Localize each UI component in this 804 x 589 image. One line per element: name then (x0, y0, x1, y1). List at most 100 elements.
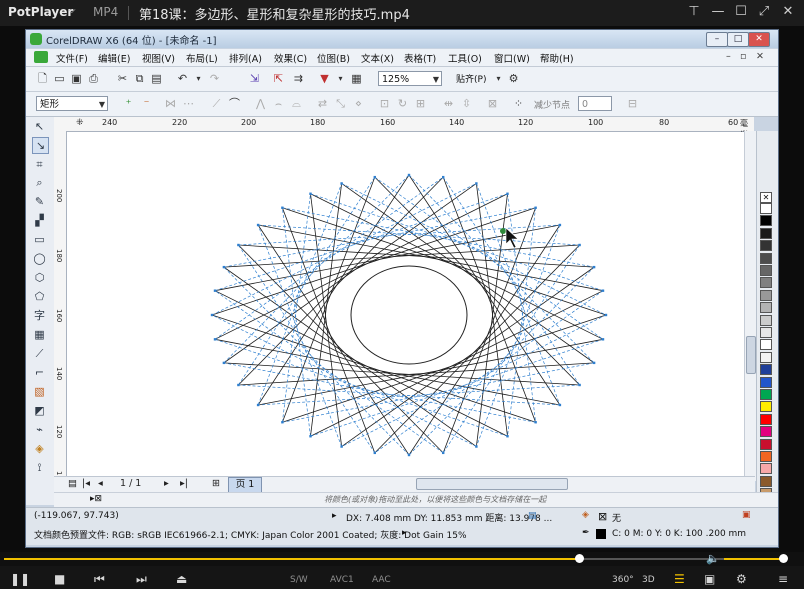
curve-smoothness-input[interactable]: 0 (578, 96, 612, 111)
pin-icon[interactable]: ⊤ (686, 4, 702, 19)
ruler-origin-icon[interactable]: ⁜ (76, 118, 84, 128)
menu-edit[interactable]: 编辑(E) (98, 51, 130, 65)
capture-icon[interactable]: ▣ (704, 572, 715, 586)
palette-swatch[interactable] (760, 475, 772, 487)
cut-icon[interactable]: ✂ (116, 72, 129, 85)
undo-icon[interactable]: ↶ (176, 72, 189, 85)
palette-swatch[interactable] (760, 265, 772, 276)
import-icon[interactable]: ⇲ (248, 72, 261, 85)
fill-tool-icon[interactable]: ◈ (32, 441, 47, 456)
user-icon[interactable]: ▣ (742, 510, 751, 520)
options-icon[interactable]: ⚙ (507, 72, 520, 85)
elastic-mode-icon[interactable]: ⊠ (486, 97, 499, 110)
page-tab-1[interactable]: 页 1 (228, 477, 262, 493)
table-tool-icon[interactable]: ▦ (32, 327, 47, 342)
menu-file[interactable]: 文件(F) (56, 51, 88, 65)
drawing-canvas[interactable] (67, 132, 755, 489)
palette-swatch[interactable] (760, 426, 772, 438)
palette-swatch[interactable] (760, 451, 772, 462)
pause-icon[interactable]: ❚❚ (10, 572, 30, 586)
rotate-node-icon[interactable]: ↻ (396, 97, 409, 110)
menu-arrange[interactable]: 排列(A) (229, 51, 262, 65)
app-launcher-dropdown-icon[interactable]: ▾ (334, 72, 347, 85)
rectangle-tool-icon[interactable]: ▭ (32, 232, 47, 247)
pick-tool-icon[interactable]: ↖ (32, 119, 47, 134)
outline-color-swatch[interactable] (596, 529, 606, 539)
menu-effects[interactable]: 效果(C) (274, 51, 307, 65)
volume-control[interactable]: 🔈 (706, 552, 796, 566)
palette-swatch[interactable] (760, 463, 772, 475)
menu-icon[interactable]: ≡ (778, 572, 788, 586)
zoom-tool-icon[interactable]: ⌕ (32, 175, 47, 190)
connector-tool-icon[interactable]: ⌐ (32, 365, 47, 380)
extend-curve-icon[interactable]: ⤡ (334, 97, 347, 110)
3d-button[interactable]: 3D (642, 575, 655, 585)
palette-swatch[interactable] (760, 215, 772, 227)
last-page-icon[interactable]: ▸| (180, 478, 188, 489)
welcome-screen-icon[interactable]: ▦ (350, 72, 363, 85)
save-icon[interactable]: ▣ (70, 72, 83, 85)
transparency-tool-icon[interactable]: ◩ (32, 403, 47, 418)
vr-360-button[interactable]: 360° (612, 575, 634, 585)
smart-fill-icon[interactable]: ▞ (32, 213, 47, 228)
menu-text[interactable]: 文本(X) (361, 51, 394, 65)
polygon-tool-icon[interactable]: ⬡ (32, 270, 47, 285)
open-icon[interactable]: ▭ (53, 72, 66, 85)
select-all-nodes-icon[interactable]: ⁘ (512, 97, 525, 110)
palette-swatch[interactable] (760, 438, 772, 450)
playlist-icon[interactable]: ☰ (674, 572, 685, 586)
palette-swatch[interactable] (760, 240, 772, 252)
decoder-label[interactable]: S/W (290, 575, 308, 585)
palette-swatch[interactable] (760, 389, 772, 400)
palette-swatch[interactable] (760, 314, 772, 326)
palette-swatch[interactable] (760, 203, 772, 214)
app-launcher-icon[interactable]: ▼ (318, 72, 331, 85)
symmetric-node-icon[interactable]: ⌓ (290, 97, 303, 110)
stop-icon[interactable]: ■ (54, 572, 65, 586)
snap-to-button[interactable]: 贴齐(P) (456, 72, 486, 85)
snap-dropdown-icon[interactable]: ▾ (492, 72, 505, 85)
menu-help[interactable]: 帮助(H) (540, 51, 574, 65)
to-line-icon[interactable]: ⟋ (210, 97, 223, 110)
status-options-icon[interactable]: ▤ (528, 511, 537, 521)
shape-tool-icon[interactable]: ↘ (32, 137, 49, 154)
palette-swatch[interactable] (760, 339, 772, 351)
center-ellipse[interactable] (350, 265, 468, 365)
volume-level[interactable] (724, 558, 783, 560)
cusp-node-icon[interactable]: ⋀ (254, 97, 267, 110)
redo-icon[interactable]: ↷ (208, 72, 221, 85)
menu-view[interactable]: 视图(V) (142, 51, 175, 65)
next-icon[interactable]: ⏭ (136, 572, 147, 587)
menu-tools[interactable]: 工具(O) (448, 51, 482, 65)
menu-layout[interactable]: 布局(L) (186, 51, 218, 65)
reverse-direction-icon[interactable]: ⇄ (316, 97, 329, 110)
palette-swatch[interactable] (760, 327, 772, 338)
chevron-down-icon[interactable]: ⌵ (68, 5, 76, 16)
add-node-icon[interactable]: ⁺ (122, 97, 135, 110)
add-page-icon[interactable]: ⊞ (212, 478, 220, 489)
cd-minimize-button[interactable]: – (706, 32, 728, 47)
horizontal-scroll-thumb[interactable] (416, 478, 568, 490)
no-color-swatch[interactable]: ✕ (760, 192, 772, 203)
smooth-node-icon[interactable]: ⌢ (272, 97, 285, 110)
delete-node-icon[interactable]: ⁻ (140, 97, 153, 110)
no-color-swatch-icon[interactable]: ▸⊠ (90, 494, 102, 504)
palette-swatch[interactable] (760, 302, 772, 314)
export-icon[interactable]: ⇱ (272, 72, 285, 85)
star-drawing[interactable] (67, 132, 755, 489)
volume-handle[interactable] (779, 554, 788, 563)
settings-gear-icon[interactable]: ⚙ (736, 572, 747, 586)
cd-maximize-button[interactable]: □ (727, 32, 749, 47)
palette-swatch[interactable] (760, 227, 772, 239)
text-tool-icon[interactable]: 字 (32, 308, 47, 323)
seek-bar[interactable] (0, 552, 804, 566)
freehand-tool-icon[interactable]: ✎ (32, 194, 47, 209)
dimension-tool-icon[interactable]: ⟋ (32, 346, 47, 361)
menu-restore-icon[interactable]: ▫ (740, 51, 746, 62)
break-curve-icon[interactable]: ⋯ (182, 97, 195, 110)
menu-close-icon[interactable]: ✕ (756, 51, 764, 62)
extract-subpath-icon[interactable]: ⋄ (352, 97, 365, 110)
next-page-icon[interactable]: ▸ (164, 478, 169, 489)
palette-swatch[interactable] (760, 351, 772, 363)
palette-swatch[interactable] (760, 376, 772, 388)
